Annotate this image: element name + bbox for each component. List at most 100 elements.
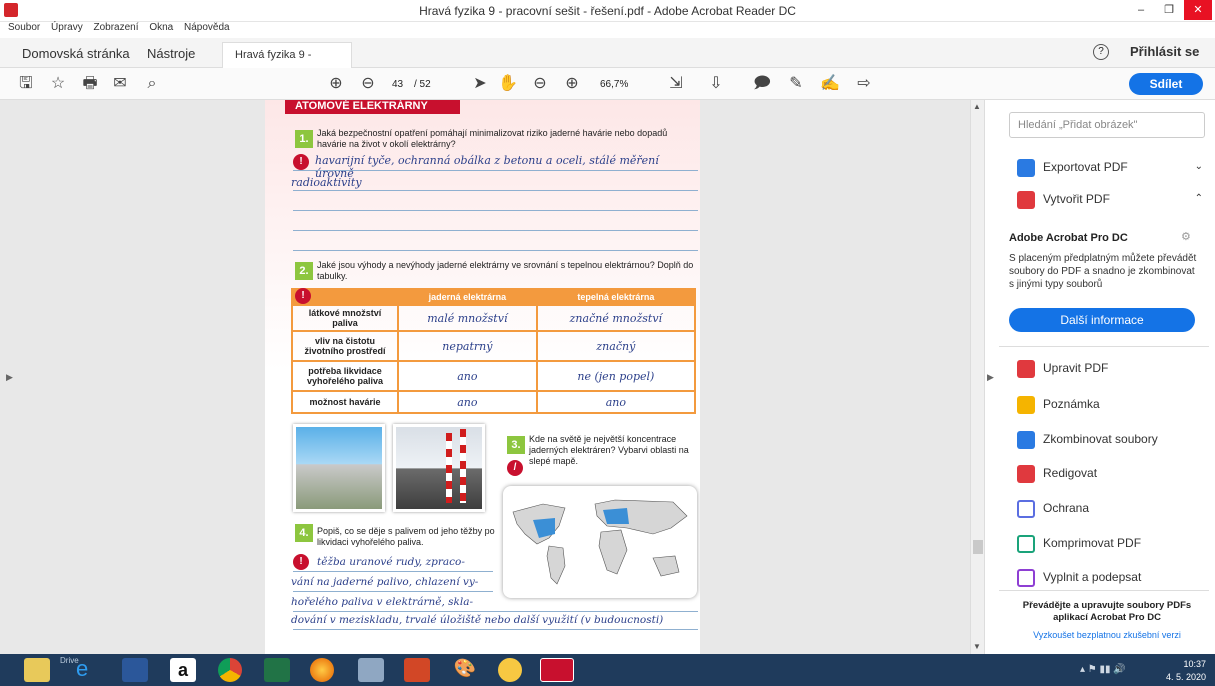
page-current[interactable]: 43 [392, 79, 403, 90]
document-scrollbar[interactable]: ▲ ▼ [970, 100, 984, 654]
table-cell: ano [535, 390, 697, 414]
answer-4-line-1: těžba uranové rudy, zpraco- [317, 556, 465, 568]
pen-icon[interactable]: ✎ [784, 72, 808, 96]
question-4: Popiš, co se děje s palivem od jeho těžb… [317, 526, 495, 547]
close-window-button[interactable]: ✕ [1184, 0, 1212, 20]
paint-icon[interactable]: 🎨 [452, 658, 478, 682]
hand-tool-icon[interactable]: ✋ [496, 72, 520, 96]
settings-gear-icon[interactable]: ⚙ [1181, 230, 1191, 243]
comment-icon[interactable]: 🗩 [750, 72, 774, 96]
scroll-mode-icon[interactable]: ⇩ [704, 72, 728, 96]
map-task-icon: / [507, 460, 523, 476]
next-page-icon[interactable]: ⊖ [356, 72, 380, 96]
world-map-svg [512, 499, 688, 585]
tool-label: Ochrana [1043, 501, 1090, 515]
page-total: / 52 [414, 79, 431, 90]
bookmark-star-icon[interactable]: ☆ [46, 72, 70, 96]
tool-compress[interactable]: Komprimovat PDF [1017, 530, 1141, 556]
menu-soubor[interactable]: Soubor [8, 22, 40, 33]
firefox-icon[interactable] [310, 658, 334, 682]
zoom-level[interactable]: 66,7% [600, 79, 628, 90]
browser-icon[interactable] [498, 658, 522, 682]
menu-zobrazeni[interactable]: Zobrazení [94, 22, 139, 33]
divider [999, 346, 1209, 347]
edit-pdf-icon [1017, 359, 1035, 378]
table-cell: malé množství [397, 304, 538, 332]
zoom-in-icon[interactable]: ⊕ [560, 72, 584, 96]
calculator-icon[interactable] [358, 658, 384, 682]
amazon-icon[interactable]: a [170, 658, 196, 682]
excel-icon[interactable] [264, 658, 290, 682]
scroll-thumb[interactable] [973, 540, 983, 554]
expand-left-panel-icon[interactable]: ▶ [6, 372, 13, 383]
sign-icon[interactable]: ✍ [818, 72, 842, 96]
table-row-label: látkové množství paliva [291, 304, 399, 332]
tab-tools[interactable]: Nástroje [135, 42, 207, 68]
answer-line [293, 611, 698, 612]
table-cell: ne (jen popel) [535, 360, 697, 392]
prev-page-icon[interactable]: ⊕ [324, 72, 348, 96]
scroll-up-icon[interactable]: ▲ [973, 102, 981, 111]
scroll-down-icon[interactable]: ▼ [973, 642, 981, 651]
tool-label: Poznámka [1043, 397, 1100, 411]
acrobat-taskbar-icon[interactable] [540, 658, 574, 682]
shield-icon [1017, 499, 1035, 518]
minimize-button[interactable]: – [1127, 0, 1155, 20]
clock-time[interactable]: 10:37 [1166, 659, 1206, 669]
help-icon[interactable]: ? [1093, 44, 1109, 60]
question-number: 4. [295, 524, 313, 542]
tool-protect[interactable]: Ochrana [1017, 495, 1089, 521]
collapse-panel-icon[interactable]: ▶ [987, 372, 994, 383]
tool-comment[interactable]: Poznámka [1017, 391, 1100, 417]
search-icon[interactable]: ⌕ [140, 72, 164, 96]
file-explorer-icon[interactable] [24, 658, 50, 682]
more-info-button[interactable]: Další informace [1009, 308, 1195, 332]
sign-in-button[interactable]: Přihlásit se [1130, 44, 1199, 59]
tool-label: Vyplnit a podepsat [1043, 570, 1142, 584]
menu-okna[interactable]: Okna [149, 22, 173, 33]
powerpoint-icon[interactable] [404, 658, 430, 682]
email-icon[interactable]: ✉ [108, 72, 132, 96]
tool-edit-pdf[interactable]: Upravit PDF [1017, 355, 1108, 381]
trial-link[interactable]: Vyzkoušet bezplatnou zkušební verzi [1009, 630, 1205, 640]
world-map [503, 486, 697, 598]
tab-document[interactable]: Hravá fyzika 9 - pra... × [222, 42, 352, 85]
internet-explorer-icon[interactable]: e [76, 658, 102, 682]
more-tools-icon[interactable]: ⇨ [852, 72, 876, 96]
print-icon[interactable]: 🖶 [78, 72, 102, 96]
fill-sign-icon [1017, 568, 1035, 587]
answer-line [293, 250, 698, 251]
answer-line [293, 210, 698, 211]
clock-date[interactable]: 4. 5. 2020 [1156, 672, 1206, 682]
tool-combine[interactable]: Zkombinovat soubory [1017, 426, 1158, 452]
tool-fill-sign[interactable]: Vyplnit a podepsat [1017, 564, 1141, 590]
tool-redact[interactable]: Redigovat [1017, 460, 1097, 486]
menu-bar: Soubor Úpravy Zobrazení Okna Nápověda [0, 22, 1215, 38]
word-icon[interactable] [122, 658, 148, 682]
create-pdf-item[interactable]: Vytvořit PDF ⌃ [1017, 186, 1203, 212]
menu-upravy[interactable]: Úpravy [51, 22, 83, 33]
select-cursor-icon[interactable]: ➤ [468, 72, 492, 96]
zoom-out-icon[interactable]: ⊖ [528, 72, 552, 96]
create-pdf-icon [1017, 190, 1035, 209]
question-number: 1. [295, 130, 313, 148]
tool-label: Komprimovat PDF [1043, 536, 1142, 550]
chimney [460, 429, 466, 503]
answer-line [293, 591, 493, 592]
coal-plant-photo [393, 424, 485, 512]
tools-search-input[interactable]: Hledání „Přidat obrázek" [1009, 112, 1205, 138]
export-pdf-item[interactable]: Exportovat PDF ⌄ [1017, 154, 1203, 180]
tab-home[interactable]: Domovská stránka [10, 42, 142, 68]
answer-4-line-4: dování v meziskladu, trvalé úložiště neb… [291, 614, 664, 626]
tray-icons[interactable]: ▴ ⚑ ▮▮ 🔊 [1080, 664, 1126, 675]
chrome-icon[interactable] [218, 658, 242, 682]
answer-1-line-2: radioaktivity [291, 176, 362, 189]
taskbar: Drive e a 🎨 ▴ ⚑ ▮▮ 🔊 10:37 4. 5. 2020 [0, 654, 1215, 686]
save-icon[interactable]: 🖫 [14, 72, 38, 96]
maximize-button[interactable]: ❐ [1155, 0, 1183, 20]
menu-napoveda[interactable]: Nápověda [184, 22, 230, 33]
fit-page-icon[interactable]: ⇲ [664, 72, 688, 96]
table-cell: značný [535, 330, 697, 362]
question-1: Jaká bezpečnostní opatření pomáhají mini… [317, 128, 668, 149]
share-button[interactable]: Sdílet [1129, 73, 1203, 95]
